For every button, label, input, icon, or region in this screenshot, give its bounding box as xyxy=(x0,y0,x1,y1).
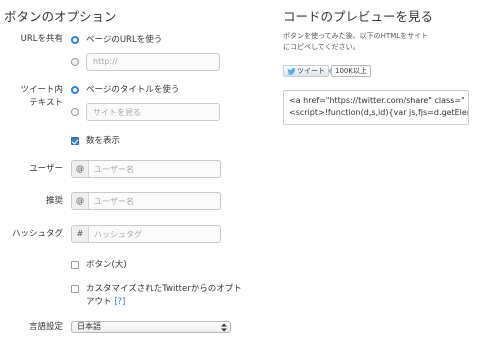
tweet-count-value: 100K以上 xyxy=(335,67,367,75)
tweet-preview-button-label: ツイート xyxy=(297,67,325,75)
use-page-url-label[interactable]: ページのURLを使う xyxy=(86,33,162,45)
tweet-text-label-line2: テキスト xyxy=(29,98,63,108)
custom-url-radio[interactable] xyxy=(71,58,79,66)
opt-out-label-line2: アウト [?] xyxy=(86,295,125,307)
share-url-label: URLを共有 xyxy=(20,34,63,44)
tweet-text-input[interactable]: サイトを見る xyxy=(86,103,220,121)
tweet-text-placeholder: サイトを見る xyxy=(93,108,141,117)
hashtag-input[interactable]: # ハッシュタグ xyxy=(71,225,221,243)
show-count-checkbox[interactable] xyxy=(71,137,79,145)
at-sign-icon: @ xyxy=(72,161,89,177)
at-sign-icon: @ xyxy=(72,193,89,209)
language-select[interactable]: 日本語 xyxy=(71,321,231,333)
tweet-text-label-line1: ツイート内 xyxy=(20,85,63,95)
url-input-placeholder: http:// xyxy=(93,57,118,66)
show-count-label[interactable]: 数を表示 xyxy=(86,134,120,146)
url-input[interactable]: http:// xyxy=(86,53,220,71)
via-label: ユーザー xyxy=(29,164,63,174)
use-page-title-label[interactable]: ページのタイトルを使う xyxy=(86,83,179,95)
embed-code-box[interactable]: <a href="https://twitter.com/share" clas… xyxy=(283,90,469,125)
recommend-username-placeholder: ユーザー名 xyxy=(94,197,134,206)
preview-hint-line2: にコピペしてください。 xyxy=(283,43,360,51)
recommend-label: 推奨 xyxy=(45,196,63,206)
twitter-bird-icon xyxy=(287,68,296,75)
use-page-url-radio[interactable] xyxy=(71,36,79,44)
opt-out-label-line1[interactable]: カスタマイズされたTwitterからのオプト xyxy=(86,282,242,294)
tweet-preview-button[interactable]: ツイート xyxy=(283,65,329,77)
via-username-input[interactable]: @ ユーザー名 xyxy=(71,160,221,178)
opt-out-help-link[interactable]: [?] xyxy=(114,297,125,307)
tweet-count-bubble[interactable]: 100K以上 xyxy=(331,65,371,77)
hashtag-label: ハッシュタグ xyxy=(11,229,63,239)
embed-code-line2: <script>!function(d,s,id){var js,fjs=d.g… xyxy=(289,108,469,117)
opt-out-label-text[interactable]: アウト xyxy=(86,297,112,307)
language-label: 言語設定 xyxy=(28,322,63,332)
recommend-username-input[interactable]: @ ユーザー名 xyxy=(71,192,221,210)
large-button-label[interactable]: ボタン(大) xyxy=(86,258,127,270)
hashtag-placeholder: ハッシュタグ xyxy=(94,230,142,239)
custom-text-radio[interactable] xyxy=(71,108,79,116)
embed-code-line1: <a href="https://twitter.com/share" clas… xyxy=(289,96,465,105)
updown-arrows-icon xyxy=(221,323,227,332)
via-username-placeholder: ユーザー名 xyxy=(94,165,134,174)
large-button-checkbox[interactable] xyxy=(71,261,79,269)
preview-hint-line1: ボタンを使ってみた後、以下のHTMLをサイト xyxy=(283,32,429,40)
hash-icon: # xyxy=(72,226,89,242)
opt-out-checkbox[interactable] xyxy=(71,285,79,293)
use-page-title-radio[interactable] xyxy=(71,86,79,94)
options-title: ボタンのオプション xyxy=(4,9,117,24)
preview-title: コードのプレビューを見る xyxy=(283,9,434,24)
language-selected-value: 日本語 xyxy=(77,322,101,331)
preview-hint: ボタンを使ってみた後、以下のHTMLをサイト にコピペしてください。 xyxy=(283,31,428,53)
